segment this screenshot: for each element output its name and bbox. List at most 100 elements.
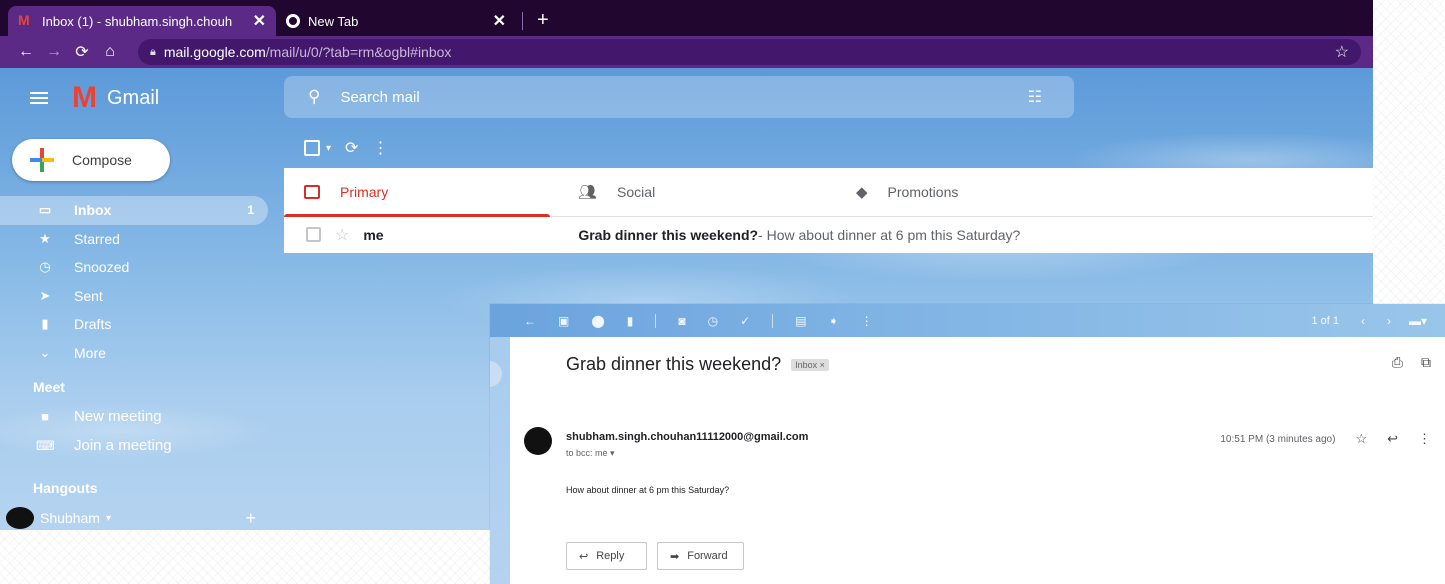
chevron-left-icon[interactable]: ‹	[1361, 314, 1365, 328]
tab-label: Social	[617, 184, 656, 200]
search-options-icon[interactable]: ☷	[1028, 87, 1042, 107]
reload-icon[interactable]: ⟳	[68, 42, 96, 62]
clock-icon: ◷	[39, 259, 51, 275]
message-text: How about dinner at 6 pm this Saturday?	[566, 485, 730, 495]
search-input[interactable]	[340, 88, 941, 106]
sidebar-item-label: Sent	[74, 287, 103, 304]
list-item[interactable]: ☆ me Grab dinner this weekend? - How abo…	[284, 217, 1373, 252]
label-chip[interactable]: Inbox ×	[791, 358, 829, 371]
tab-title: Inbox (1) - shubham.singh.chouh	[42, 13, 233, 29]
forward-icon[interactable]: →	[40, 43, 68, 61]
add-contact-icon[interactable]: +	[245, 508, 256, 529]
search-icon[interactable]: ⚲	[308, 87, 320, 107]
sidebar-item-starred[interactable]: ★ Starred	[0, 225, 268, 254]
gmail-logo-icon[interactable]: M	[72, 83, 97, 113]
draft-icon: ▮	[41, 316, 49, 332]
more-vert-icon[interactable]: ⋮	[372, 138, 388, 158]
people-icon: 👥︎	[578, 184, 598, 201]
forward-icon: ➡	[670, 550, 680, 563]
compose-plus-icon	[30, 148, 54, 172]
input-tools-icon[interactable]: ▬▾	[1409, 314, 1427, 328]
star-icon[interactable]: ☆	[335, 225, 349, 245]
more-vert-icon[interactable]: ⋮	[861, 314, 873, 328]
email-subject-text: Grab dinner this weekend?	[566, 354, 782, 374]
reply-icon: ↩	[579, 550, 589, 563]
sidebar-item-sent[interactable]: ➤ Sent	[0, 282, 268, 311]
timestamp: 10:51 PM (3 minutes ago)	[1220, 433, 1336, 445]
chevron-right-icon[interactable]: ›	[1387, 314, 1391, 328]
search-bar: ⚲ ☷	[284, 76, 1074, 118]
gmail-wordmark: Gmail	[107, 86, 160, 109]
email-body: Grab dinner this weekend? Inbox × ⎙ ⧉ sh…	[510, 337, 1445, 584]
sidebar-item-label: Drafts	[74, 316, 112, 333]
more-vert-icon[interactable]: ⋮	[1418, 431, 1431, 447]
inbox-icon	[304, 185, 320, 199]
print-icon[interactable]: ⎙	[1392, 354, 1403, 371]
sidebar-item-more[interactable]: ⌄ More	[0, 339, 268, 368]
sidebar-item-label: Snoozed	[74, 259, 130, 276]
back-icon[interactable]: ←	[524, 314, 536, 328]
inbox-icon: ▭	[38, 202, 52, 218]
mark-unread-icon[interactable]: ◙	[678, 314, 685, 328]
new-meeting-button[interactable]: ■ New meeting	[36, 408, 161, 425]
reply-button[interactable]: ↩ Reply	[566, 542, 647, 570]
bookmark-star-icon[interactable]: ☆	[1335, 42, 1349, 62]
email-actions: ⎙ ⧉	[1392, 354, 1431, 371]
star-icon[interactable]: ☆	[1355, 431, 1367, 447]
label-icon[interactable]: ➧	[829, 314, 839, 328]
url-host: mail.google.com	[163, 44, 266, 60]
compose-button[interactable]: Compose	[12, 139, 170, 181]
tab-title: New Tab	[308, 13, 359, 29]
tab-social[interactable]: 👥︎ Social	[550, 168, 826, 216]
close-icon[interactable]: ✕	[493, 11, 506, 31]
refresh-icon[interactable]: ⟳	[345, 138, 358, 158]
star-icon: ★	[39, 230, 51, 246]
unread-count: 1	[247, 203, 254, 218]
tab-divider	[522, 12, 523, 30]
sidebar-item-drafts[interactable]: ▮ Drafts	[0, 310, 268, 339]
new-tab-button[interactable]: +	[529, 9, 557, 36]
avatar	[6, 507, 34, 529]
address-bar: ← → ⟳ ⌂ 🔒︎ mail.google.com /mail/u/0/?ta…	[0, 36, 1373, 68]
delete-icon[interactable]: ▮	[627, 314, 634, 328]
hangouts-user-name: Shubham	[40, 510, 100, 526]
open-in-new-window-icon[interactable]: ⧉	[1421, 354, 1431, 371]
tab-primary[interactable]: Primary	[284, 168, 550, 217]
chevron-down-icon[interactable]: ▾	[106, 513, 111, 524]
browser-tab-newtab[interactable]: New Tab ✕	[276, 6, 516, 36]
tab-label: Promotions	[887, 184, 959, 200]
join-meeting-button[interactable]: ⌨ Join a meeting	[36, 437, 172, 454]
sidebar-item-snoozed[interactable]: ◷ Snoozed	[0, 253, 268, 282]
back-icon[interactable]: ←	[12, 43, 40, 61]
report-spam-icon[interactable]: ⬤	[591, 314, 604, 328]
sidebar-item-label: Inbox	[74, 202, 112, 219]
close-icon[interactable]: ✕	[253, 11, 266, 31]
url-field[interactable]: 🔒︎ mail.google.com /mail/u/0/?tab=rm&ogb…	[138, 39, 1361, 65]
row-checkbox[interactable]	[306, 227, 321, 242]
home-icon[interactable]: ⌂	[96, 43, 124, 61]
forward-button[interactable]: ➡ Forward	[657, 542, 744, 570]
mail-list-panel: Primary 👥︎ Social ◆ Promotions ☆ me Grab…	[284, 168, 1373, 253]
recipient-details[interactable]: to bcc: me ▾	[566, 448, 615, 459]
divider	[655, 313, 657, 328]
snooze-icon[interactable]: ◷	[708, 314, 718, 328]
add-task-icon[interactable]: ✓	[740, 314, 750, 328]
hangouts-user[interactable]: Shubham ▾ +	[6, 507, 256, 529]
gmail-icon	[18, 12, 34, 28]
sidebar-item-label: More	[74, 344, 106, 361]
browser-tab-inbox[interactable]: Inbox (1) - shubham.singh.chouh ✕	[8, 6, 276, 36]
lock-icon: 🔒︎	[150, 45, 156, 58]
tag-icon: ◆	[856, 184, 868, 201]
sidebar-nav: ▭ Inbox 1 ★ Starred ◷ Snoozed ➤ Sent ▮ D…	[0, 196, 268, 367]
hamburger-menu-icon[interactable]	[30, 92, 48, 104]
reply-icon[interactable]: ↩	[1387, 431, 1398, 447]
select-all-checkbox[interactable]	[304, 140, 320, 156]
tab-promotions[interactable]: ◆ Promotions	[826, 168, 1126, 216]
join-meeting-label: Join a meeting	[74, 437, 172, 454]
chevron-down-icon[interactable]: ▾	[326, 143, 331, 154]
video-camera-icon: ■	[41, 409, 49, 424]
chrome-icon	[286, 14, 300, 28]
archive-icon[interactable]: ▣	[558, 314, 569, 328]
sidebar-item-inbox[interactable]: ▭ Inbox 1	[0, 196, 268, 225]
move-to-icon[interactable]: ▤	[795, 314, 806, 328]
